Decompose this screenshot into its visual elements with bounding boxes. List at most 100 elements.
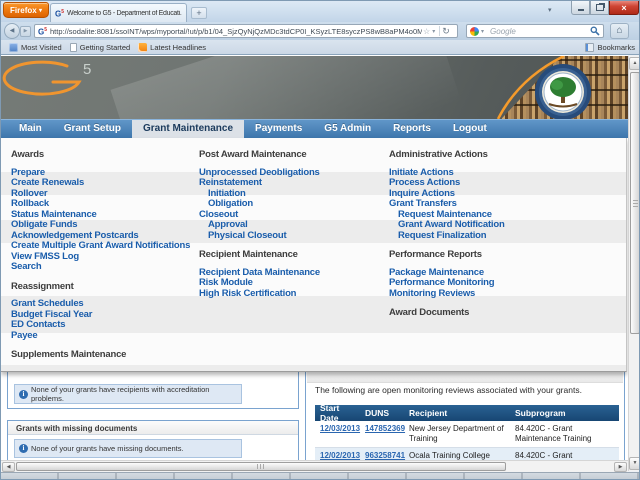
url-dropdown-icon[interactable]: ▾ xyxy=(432,28,435,35)
svg-text:5: 5 xyxy=(83,61,91,78)
url-bar[interactable]: G5 http://sodalite:8081/ssoINT/wps/mypor… xyxy=(34,24,458,38)
menu-header-award-documents: Award Documents xyxy=(389,308,599,319)
duns-link[interactable]: 147852369 xyxy=(365,424,405,433)
bookmark-latest-headlines[interactable]: Latest Headlines xyxy=(138,43,206,52)
col-recipient: Recipient xyxy=(404,405,510,421)
bookmarks-button[interactable]: Bookmarks xyxy=(585,43,635,52)
scroll-right-icon[interactable]: ▶ xyxy=(614,462,627,472)
menu-link-performance-monitoring[interactable]: Performance Monitoring xyxy=(389,278,599,289)
forward-button[interactable]: ▶ xyxy=(20,26,31,37)
nav-payments[interactable]: Payments xyxy=(244,120,313,138)
menu-link-rollback[interactable]: Rollback xyxy=(11,199,197,210)
menu-link-search[interactable]: Search xyxy=(11,262,197,273)
start-date-link[interactable]: 12/03/2013 xyxy=(320,424,360,433)
menu-header-awards: Awards xyxy=(11,150,197,161)
menu-link-physical-closeout[interactable]: Physical Closeout xyxy=(199,231,383,242)
menu-link-obligate-funds[interactable]: Obligate Funds xyxy=(11,220,197,231)
title-bar: Firefox ▾ G5 Welcome to G5 - Department … xyxy=(1,1,640,23)
table-header-row: Start Date DUNS Recipient Subprogram xyxy=(315,405,619,421)
list-all-tabs-icon[interactable]: ▾ xyxy=(548,6,552,14)
search-input[interactable]: ▾ Google xyxy=(466,24,604,38)
vertical-scrollbar[interactable]: ▲ ▼ xyxy=(628,56,640,471)
minimize-icon xyxy=(578,9,584,11)
nav-logout[interactable]: Logout xyxy=(442,120,498,138)
tab-title: Welcome to G5 - Department of Educati... xyxy=(67,10,182,17)
browser-tab[interactable]: G5 Welcome to G5 - Department of Educati… xyxy=(50,3,187,22)
menu-link-approval[interactable]: Approval xyxy=(199,220,383,231)
minimize-button[interactable] xyxy=(571,1,590,15)
menu-link-grant-transfers[interactable]: Grant Transfers xyxy=(389,199,599,210)
menu-header-administrative-actions: Administrative Actions xyxy=(389,150,599,161)
nav-reports[interactable]: Reports xyxy=(382,120,442,138)
bookmark-getting-started[interactable]: Getting Started xyxy=(70,43,130,52)
close-button[interactable]: × xyxy=(609,1,639,15)
reload-icon[interactable]: ↻ xyxy=(442,26,450,37)
menu-link-create-renewals[interactable]: Create Renewals xyxy=(11,178,197,189)
department-of-education-seal xyxy=(535,64,591,119)
monitoring-reviews-intro: The following are open monitoring review… xyxy=(315,385,615,395)
menu-header-supplements-maintenance: Supplements Maintenance xyxy=(11,350,197,361)
chevron-down-icon: ▾ xyxy=(39,8,42,14)
g5-favicon: G5 xyxy=(38,26,47,37)
menu-link-monitoring-reviews[interactable]: Monitoring Reviews xyxy=(389,289,599,300)
menu-link-high-risk-certification[interactable]: High Risk Certification xyxy=(199,289,383,300)
menu-link-risk-module[interactable]: Risk Module xyxy=(199,278,383,289)
col-subprogram: Subprogram xyxy=(510,405,619,421)
menu-link-process-actions[interactable]: Process Actions xyxy=(389,178,599,189)
g5-banner: 5 Empowering the grant community. xyxy=(1,56,628,119)
missing-documents-info-box: i None of your grants have missing docum… xyxy=(14,439,242,458)
menu-column-awards: Awards Prepare Create Renewals Rollover … xyxy=(11,150,197,368)
menu-link-obligation[interactable]: Obligation xyxy=(199,199,383,210)
scroll-up-icon[interactable]: ▲ xyxy=(629,57,640,70)
menu-link-request-finalization[interactable]: Request Finalization xyxy=(389,231,599,242)
url-text[interactable]: http://sodalite:8081/ssoINT/wps/myportal… xyxy=(50,27,422,36)
nav-grant-setup[interactable]: Grant Setup xyxy=(53,120,132,138)
bottom-strip xyxy=(1,472,640,480)
accreditation-info-box: i None of your grants have recipients wi… xyxy=(14,384,242,404)
duns-link[interactable]: 963258741 xyxy=(365,451,405,460)
menu-column-post-award: Post Award Maintenance Unprocessed Deobl… xyxy=(199,150,383,299)
firefox-menu-button[interactable]: Firefox ▾ xyxy=(3,2,49,18)
bookmarks-icon xyxy=(585,43,594,52)
scroll-left-icon[interactable]: ◀ xyxy=(2,462,15,472)
g5-favicon: G5 xyxy=(55,8,64,19)
restore-button[interactable] xyxy=(590,1,609,15)
search-placeholder: Google xyxy=(490,27,590,36)
menu-header-recipient-maintenance: Recipient Maintenance xyxy=(199,250,383,261)
menu-link-create-multiple-gan[interactable]: Create Multiple Grant Award Notification… xyxy=(11,241,197,252)
banner-decoration: 5 xyxy=(1,56,628,119)
vertical-scrollbar-thumb[interactable] xyxy=(630,72,640,334)
search-engine-dropdown-icon[interactable]: ▾ xyxy=(481,28,484,35)
new-tab-button[interactable]: + xyxy=(191,7,207,19)
window-controls: × xyxy=(571,1,639,15)
menu-column-administrative: Administrative Actions Initiate Actions … xyxy=(389,150,599,326)
restore-icon xyxy=(596,4,604,11)
grant-maintenance-menu: Awards Prepare Create Renewals Rollover … xyxy=(1,138,627,372)
menu-link-payee[interactable]: Payee xyxy=(11,331,197,342)
accreditation-message: None of your grants have recipients with… xyxy=(31,385,237,403)
nav-grant-maintenance[interactable]: Grant Maintenance xyxy=(132,120,244,138)
g5-logo: 5 xyxy=(4,61,91,94)
menu-link-ed-contacts[interactable]: ED Contacts xyxy=(11,320,197,331)
horizontal-scrollbar-thumb[interactable] xyxy=(16,462,506,471)
start-date-link[interactable]: 12/02/2013 xyxy=(320,451,360,460)
nav-main[interactable]: Main xyxy=(8,120,53,138)
scroll-down-icon[interactable]: ▼ xyxy=(629,457,640,470)
menu-link-reinstatement[interactable]: Reinstatement xyxy=(199,178,383,189)
search-icon[interactable] xyxy=(590,26,600,36)
bookmark-star-icon[interactable]: ☆ xyxy=(423,27,430,36)
horizontal-scrollbar[interactable]: ◀ ▶ xyxy=(1,460,628,472)
feed-icon xyxy=(138,43,147,52)
main-navigation: Main Grant Setup Grant Maintenance Payme… xyxy=(1,119,628,138)
bookmark-most-visited[interactable]: Most Visited xyxy=(9,43,62,52)
back-button[interactable]: ◀ xyxy=(4,23,20,39)
menu-link-grant-schedules[interactable]: Grant Schedules xyxy=(11,299,197,310)
nav-g5-admin[interactable]: G5 Admin xyxy=(313,120,382,138)
recipient-cell: New Jersey Department of Training xyxy=(404,421,510,447)
missing-documents-header: Grants with missing documents xyxy=(8,421,298,435)
info-icon: i xyxy=(19,390,28,399)
menu-header-post-award-maintenance: Post Award Maintenance xyxy=(199,150,383,161)
home-button[interactable]: ⌂ xyxy=(610,23,629,39)
menu-link-grant-award-notification[interactable]: Grant Award Notification xyxy=(389,220,599,231)
bookmarks-toolbar: Most Visited Getting Started Latest Head… xyxy=(1,40,640,55)
